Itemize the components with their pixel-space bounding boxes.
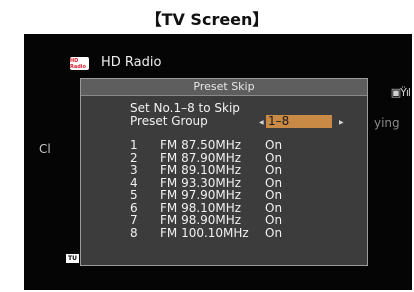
preset-frequency: FM 93.30MHz (160, 175, 242, 190)
preset-number: 5 (130, 188, 138, 202)
background-partial-text-left: Cl (39, 142, 51, 156)
preset-skip-state: On (265, 163, 283, 177)
signal-strength-icon: ▣Ÿıl (390, 86, 411, 99)
preset-row[interactable]: 8 FM 100.10MHz On (130, 227, 350, 240)
preset-number: 3 (130, 163, 138, 177)
preset-list: 1 FM 87.50MHz On 2 FM 87.90MHz On 3 FM 8… (130, 139, 350, 239)
preset-skip-state: On (265, 200, 283, 215)
preset-skip-dialog: Preset Skip Set No.1–8 to Skip Preset Gr… (80, 78, 368, 266)
preset-row[interactable]: 7 FM 98.90MHz On (130, 214, 350, 227)
preset-number: 7 (130, 213, 138, 227)
preset-skip-state: On (265, 175, 283, 190)
arrow-right-icon[interactable]: ▶ (339, 119, 344, 126)
preset-skip-state: On (265, 150, 283, 165)
preset-number: 8 (130, 225, 138, 240)
preset-row[interactable]: 1 FM 87.50MHz On (130, 139, 350, 152)
preset-skip-state: On (265, 138, 283, 152)
preset-number: 4 (130, 175, 138, 190)
preset-group-label: Preset Group (130, 114, 208, 128)
preset-group-selector[interactable]: 1–8 (266, 115, 332, 128)
preset-row[interactable]: 5 FM 97.90MHz On (130, 189, 350, 202)
tuner-icon: TU (66, 254, 79, 263)
hd-radio-logo-icon: HD Radio (70, 57, 89, 70)
preset-skip-state: On (265, 225, 283, 240)
preset-number: 1 (130, 138, 138, 152)
preset-frequency: FM 89.10MHz (160, 163, 242, 177)
preset-frequency: FM 87.50MHz (160, 138, 242, 152)
preset-number: 2 (130, 150, 138, 165)
page-caption: 【TV Screen】 (145, 10, 269, 29)
preset-frequency: FM 97.90MHz (160, 188, 242, 202)
source-title: HD Radio (101, 55, 162, 70)
preset-frequency: FM 100.10MHz (160, 225, 249, 240)
preset-row[interactable]: 3 FM 89.10MHz On (130, 164, 350, 177)
preset-frequency: FM 87.90MHz (160, 150, 242, 165)
preset-frequency: FM 98.10MHz (160, 200, 242, 215)
arrow-left-icon[interactable]: ◀ (259, 119, 264, 126)
tv-screen: HD Radio HD Radio ▣Ÿıl ying Cl TU Preset… (24, 34, 412, 290)
background-partial-text-right: ying (374, 116, 400, 130)
dialog-title: Preset Skip (81, 79, 367, 96)
preset-number: 6 (130, 200, 138, 215)
preset-frequency: FM 98.90MHz (160, 213, 242, 227)
preset-skip-state: On (265, 213, 283, 227)
preset-skip-state: On (265, 188, 283, 202)
